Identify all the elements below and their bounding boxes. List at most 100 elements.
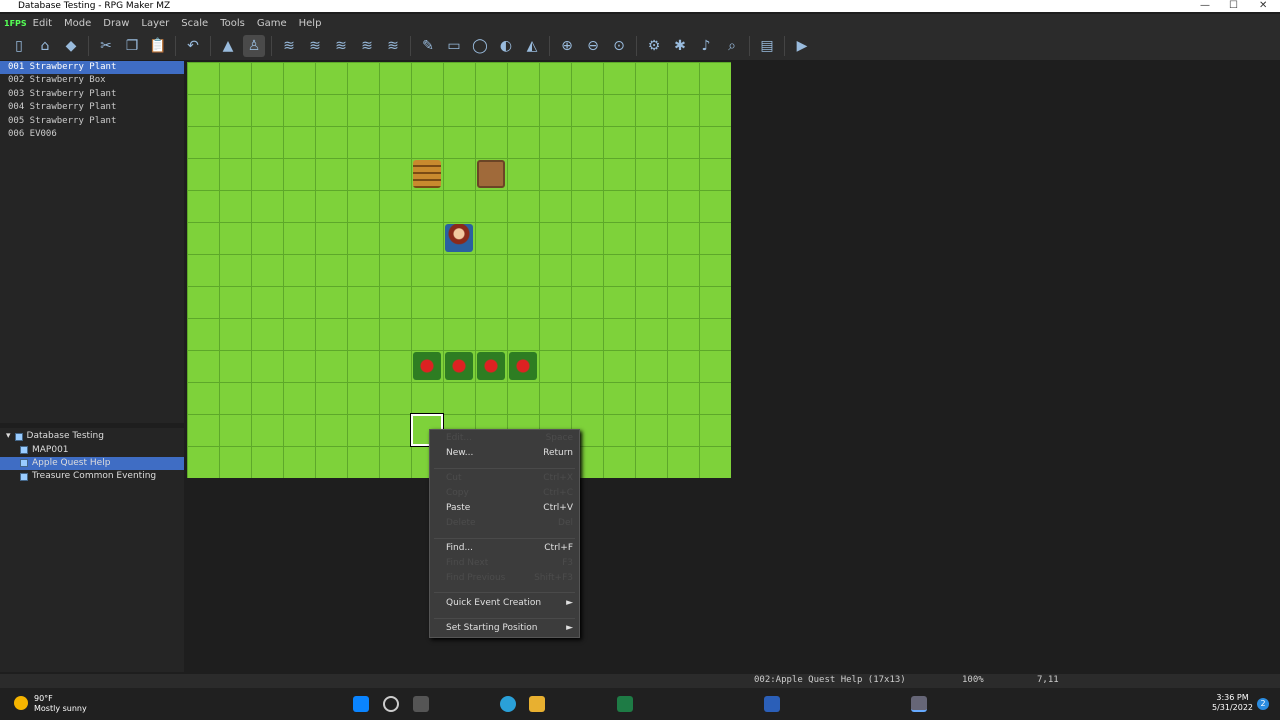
map-tree-item[interactable]: MAP001 bbox=[0, 443, 184, 456]
fill-icon[interactable]: ◐ bbox=[495, 35, 517, 57]
rectangle-icon[interactable]: ▭ bbox=[443, 35, 465, 57]
event-mode-icon[interactable]: ♙ bbox=[243, 35, 265, 57]
maximize-button[interactable]: ☐ bbox=[1229, 0, 1238, 12]
copy-icon[interactable]: ❐ bbox=[121, 35, 143, 57]
event-list-item[interactable]: 006 EV006 bbox=[0, 128, 184, 141]
clock-date[interactable]: 5/31/2022 bbox=[1212, 703, 1253, 713]
menu-item-shortcut: Shift+F3 bbox=[534, 573, 573, 583]
map-icon bbox=[20, 459, 28, 468]
context-menu-item-quick-event-creation[interactable]: Quick Event Creation ► bbox=[446, 598, 573, 608]
start-icon[interactable] bbox=[353, 696, 369, 712]
search-icon[interactable] bbox=[383, 696, 399, 712]
shadow-pen-icon[interactable]: ◭ bbox=[521, 35, 543, 57]
menu-item-label: Delete bbox=[446, 518, 476, 528]
layer-1-icon[interactable]: ≋ bbox=[278, 35, 300, 57]
save-project-icon[interactable]: ◆ bbox=[60, 35, 82, 57]
menu-edit[interactable]: Edit bbox=[33, 18, 52, 29]
menu-item-shortcut: F3 bbox=[562, 558, 573, 568]
toolbar-separator bbox=[175, 36, 176, 56]
strawberry-plant-event-icon[interactable] bbox=[413, 352, 441, 380]
menu-item-label: Find Next bbox=[446, 558, 489, 568]
resource-manager-icon[interactable]: ▤ bbox=[756, 35, 778, 57]
edge-icon[interactable] bbox=[500, 696, 516, 712]
context-menu-item-paste[interactable]: Paste Ctrl+V bbox=[446, 503, 573, 513]
menu-tools[interactable]: Tools bbox=[220, 18, 245, 29]
menu-item-label: Set Starting Position bbox=[446, 623, 538, 633]
status-zoom: 100% bbox=[962, 675, 984, 685]
task-view-icon[interactable] bbox=[413, 696, 429, 712]
event-list-item[interactable]: 004 Strawberry Plant bbox=[0, 101, 184, 114]
ellipse-icon[interactable]: ◯ bbox=[469, 35, 491, 57]
event-list-item[interactable]: 002 Strawberry Box bbox=[0, 74, 184, 87]
map-tree-item[interactable]: Apple Quest Help bbox=[0, 456, 184, 471]
context-menu-item-set-starting-position[interactable]: Set Starting Position ► bbox=[446, 623, 573, 633]
menu-separator bbox=[434, 592, 575, 593]
map-label: MAP001 bbox=[32, 444, 69, 455]
excel-icon[interactable] bbox=[617, 696, 633, 712]
menu-help[interactable]: Help bbox=[299, 18, 322, 29]
player-character-icon[interactable] bbox=[445, 224, 473, 252]
strawberry-plant-event-icon[interactable] bbox=[509, 352, 537, 380]
event-list-item[interactable]: 001 Strawberry Plant bbox=[0, 61, 184, 75]
menu-scale[interactable]: Scale bbox=[181, 18, 208, 29]
strawberry-plant-event-icon[interactable] bbox=[445, 352, 473, 380]
actual-size-icon[interactable]: ⊙ bbox=[608, 35, 630, 57]
zoom-out-icon[interactable]: ⊖ bbox=[582, 35, 604, 57]
notification-badge[interactable]: 2 bbox=[1257, 698, 1269, 710]
open-project-icon[interactable]: ⌂ bbox=[34, 35, 56, 57]
map-icon bbox=[14, 432, 23, 441]
zoom-in-icon[interactable]: ⊕ bbox=[556, 35, 578, 57]
map-tree-item[interactable]: ▾ Database Testing bbox=[0, 430, 184, 443]
menu-layer[interactable]: Layer bbox=[141, 18, 169, 29]
layer-all-icon[interactable]: ≋ bbox=[382, 35, 404, 57]
sound-test-icon[interactable]: ♪ bbox=[695, 35, 717, 57]
map-tree-item[interactable]: Treasure Common Eventing bbox=[0, 470, 184, 483]
expand-arrow-icon[interactable]: ▾ bbox=[6, 430, 11, 443]
map-mode-icon[interactable]: ▲ bbox=[217, 35, 239, 57]
strawberry-plant-event-icon[interactable] bbox=[477, 352, 505, 380]
database-icon[interactable]: ⚙ bbox=[643, 35, 665, 57]
cut-icon[interactable]: ✂ bbox=[95, 35, 117, 57]
close-button[interactable]: ✕ bbox=[1259, 0, 1267, 12]
minimize-button[interactable]: — bbox=[1200, 0, 1210, 12]
word-icon[interactable] bbox=[764, 696, 780, 712]
map-label: Database Testing bbox=[26, 431, 104, 442]
event-list-item[interactable]: 003 Strawberry Plant bbox=[0, 88, 184, 101]
layer-2-icon[interactable]: ≋ bbox=[304, 35, 326, 57]
pencil-icon[interactable]: ✎ bbox=[417, 35, 439, 57]
paste-icon[interactable]: 📋 bbox=[147, 35, 169, 57]
map-tree[interactable]: ▾ Database Testing MAP001 Apple Quest Help T… bbox=[0, 428, 184, 672]
layer-3-icon[interactable]: ≋ bbox=[330, 35, 352, 57]
strawberry-box-event-icon[interactable] bbox=[477, 160, 505, 188]
map-label: Apple Quest Help bbox=[32, 457, 111, 468]
toolbar: ▯ ⌂ ◆ ✂ ❐ 📋 ↶ ▲ ♙ ≋ ≋ ≋ ≋ ≋ ✎ ▭ ◯ ◐ ◭ ⊕ ⊖ ⊙ ⚙ ✱ ♪ ⌕ ▤ ▶ bbox=[0, 32, 1280, 60]
context-menu-item-edit: Edit... Space bbox=[446, 433, 573, 443]
event-list[interactable]: 001 Strawberry Plant 002 Strawberry Box 00… bbox=[0, 61, 184, 423]
undo-icon[interactable]: ↶ bbox=[182, 35, 204, 57]
window-title: Database Testing - RPG Maker MZ bbox=[18, 1, 171, 11]
menu-item-label: Copy bbox=[446, 488, 469, 498]
layer-4-icon[interactable]: ≋ bbox=[356, 35, 378, 57]
new-project-icon[interactable]: ▯ bbox=[8, 35, 30, 57]
clock-time[interactable]: 3:36 PM bbox=[1212, 693, 1253, 703]
event-list-item[interactable]: 005 Strawberry Plant bbox=[0, 115, 184, 128]
playtest-icon[interactable]: ▶ bbox=[791, 35, 813, 57]
rpg-maker-icon[interactable] bbox=[911, 696, 927, 712]
plugin-manager-icon[interactable]: ✱ bbox=[669, 35, 691, 57]
menu-game[interactable]: Game bbox=[257, 18, 287, 29]
menu-item-shortcut: Ctrl+C bbox=[543, 488, 573, 498]
menu-draw[interactable]: Draw bbox=[103, 18, 129, 29]
chest-event-icon[interactable] bbox=[413, 160, 441, 188]
map-canvas[interactable] bbox=[187, 62, 731, 478]
context-menu-item-find[interactable]: Find... Ctrl+F bbox=[446, 543, 573, 553]
toolbar-separator bbox=[410, 36, 411, 56]
toolbar-separator bbox=[210, 36, 211, 56]
file-explorer-icon[interactable] bbox=[529, 696, 545, 712]
context-menu-item-new[interactable]: New... Return bbox=[446, 448, 573, 458]
map-icon bbox=[20, 472, 28, 481]
toolbar-separator bbox=[271, 36, 272, 56]
event-searcher-icon[interactable]: ⌕ bbox=[721, 35, 743, 57]
menu-mode[interactable]: Mode bbox=[64, 18, 91, 29]
status-map: 002:Apple Quest Help (17x13) bbox=[754, 675, 906, 685]
map-label: Treasure Common Eventing bbox=[32, 471, 157, 482]
